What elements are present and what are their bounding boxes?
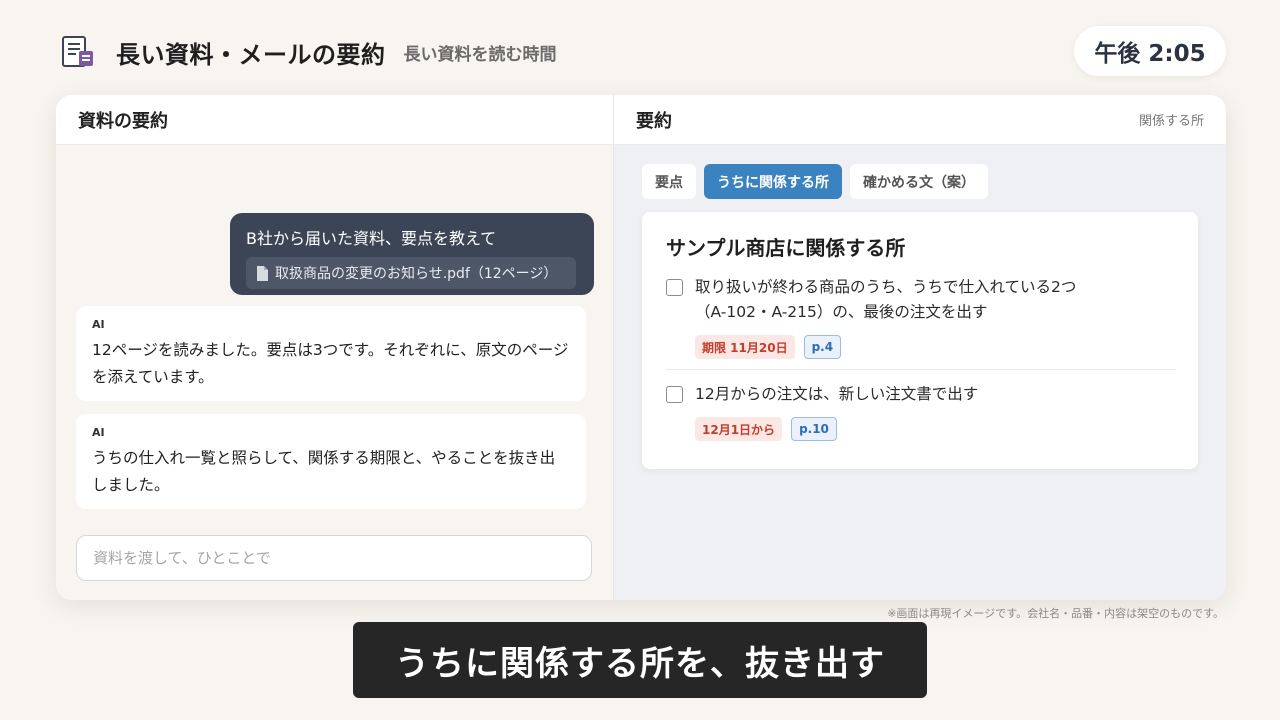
related-sections-link[interactable]: 関係する所 — [1139, 110, 1204, 129]
task-text: 取り扱いが終わる商品のうち、うちで仕入れている2つ （A-102・A-215）の… — [695, 275, 1076, 325]
task-item: 12月からの注文は、新しい注文書で出す 12月1日から p.10 — [666, 370, 1176, 441]
file-icon — [257, 265, 268, 281]
ai-message-text: うちの仕入れ一覧と照らして、関係する期限と、やることを抜き出しました。 — [92, 449, 556, 494]
caption: うちに関係する所を、抜き出す — [353, 622, 927, 698]
task-badges: 12月1日から p.10 — [695, 417, 978, 441]
app-title: 長い資料・メールの要約 — [116, 40, 386, 69]
ai-message: AI 12ページを読みました。要点は3つです。それぞれに、原文のページを添えてい… — [76, 306, 586, 401]
card-title: サンプル商店に関係する所 — [666, 236, 906, 260]
ai-label: AI — [92, 426, 105, 439]
summary-tabs: 要点 うちに関係する所 確かめる文（案） — [642, 164, 988, 199]
disclaimer: ※画面は再現イメージです。会社名・品番・内容は架空のものです。 — [887, 607, 1224, 620]
chat-panel: 資料の要約 B社から届いた資料、要点を教えて 取扱商品の変更のお知らせ.pdf（… — [56, 95, 614, 600]
chat-panel-title: 資料の要約 — [78, 110, 168, 132]
ai-label: AI — [92, 318, 105, 331]
app-header: 長い資料・メールの要約 長い資料を読む時間 — [60, 30, 557, 74]
attachment-name: 取扱商品の変更のお知らせ.pdf（12ページ） — [275, 266, 558, 282]
document-icon — [62, 36, 93, 67]
summary-panel: 要約 関係する所 要点 うちに関係する所 確かめる文（案） サンプル商店に関係す… — [614, 95, 1226, 600]
attachment-chip[interactable]: 取扱商品の変更のお知らせ.pdf（12ページ） — [246, 257, 576, 289]
ai-message: AI うちの仕入れ一覧と照らして、関係する期限と、やることを抜き出しました。 — [76, 414, 586, 509]
task-checkbox[interactable] — [666, 279, 683, 296]
summary-panel-title: 要約 — [636, 110, 672, 132]
ai-message-text: 12ページを読みました。要点は3つです。それぞれに、原文のページを添えています。 — [92, 341, 569, 386]
deadline-badge: 12月1日から — [695, 417, 783, 441]
main-card: 資料の要約 B社から届いた資料、要点を教えて 取扱商品の変更のお知らせ.pdf（… — [56, 95, 1226, 600]
clock: 午後 2:05 — [1074, 26, 1226, 76]
tab-related-sections[interactable]: うちに関係する所 — [704, 164, 842, 199]
tab-confirmation-draft[interactable]: 確かめる文（案） — [850, 164, 988, 199]
page-reference-badge[interactable]: p.4 — [803, 335, 842, 359]
related-sections-card: サンプル商店に関係する所 取り扱いが終わる商品のうち、うちで仕入れている2つ （… — [642, 212, 1198, 469]
page-reference-badge[interactable]: p.10 — [791, 417, 837, 441]
task-text-line: （A-102・A-215）の、最後の注文を出す — [695, 303, 988, 321]
chat-input[interactable] — [76, 535, 592, 581]
chat-panel-header: 資料の要約 — [56, 95, 613, 145]
task-text: 12月からの注文は、新しい注文書で出す — [695, 385, 979, 403]
deadline-badge: 期限 11月20日 — [695, 335, 795, 359]
summary-panel-header: 要約 関係する所 — [614, 95, 1226, 145]
task-checkbox[interactable] — [666, 386, 683, 403]
user-message: B社から届いた資料、要点を教えて 取扱商品の変更のお知らせ.pdf（12ページ） — [230, 213, 594, 295]
task-item: 取り扱いが終わる商品のうち、うちで仕入れている2つ （A-102・A-215）の… — [666, 275, 1176, 370]
task-text-line: 取り扱いが終わる商品のうち、うちで仕入れている2つ — [695, 278, 1077, 296]
app-subtitle: 長い資料を読む時間 — [403, 44, 557, 65]
tab-key-points[interactable]: 要点 — [642, 164, 696, 199]
user-message-text: B社から届いた資料、要点を教えて — [246, 229, 497, 248]
task-badges: 期限 11月20日 p.4 — [695, 335, 1076, 359]
